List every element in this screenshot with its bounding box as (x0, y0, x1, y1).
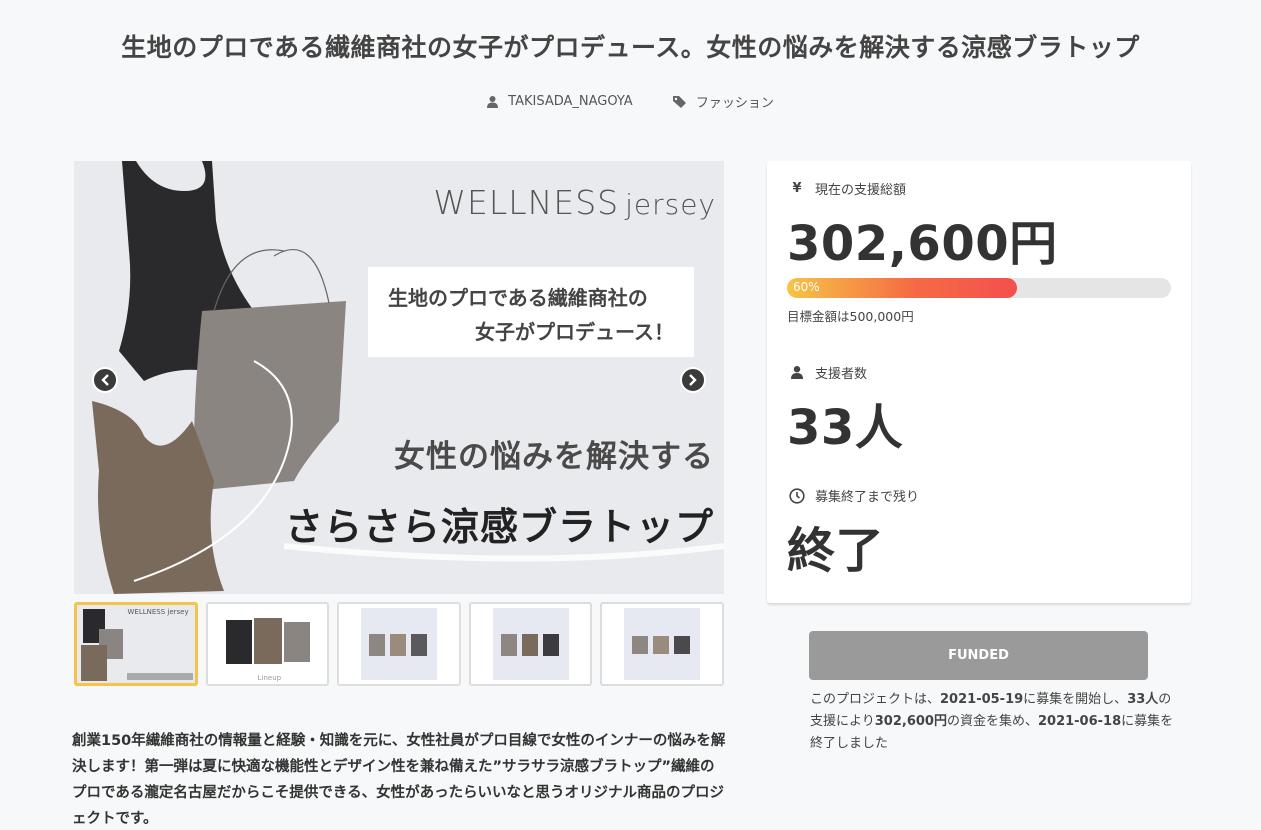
thumbnail-image (225, 618, 310, 664)
funded-button[interactable]: FUNDED (809, 631, 1148, 680)
project-description: 創業150年繊維商社の情報量と経験・知識を元に、女性社員がプロ目線で女性のインナ… (72, 733, 726, 827)
progress-fill (787, 278, 1018, 298)
progress-bar: 60% (787, 278, 1171, 298)
funding-stats-panel: ¥ 現在の支援総額 302,600円 60% 目標金額は500,000円 支援者… (767, 161, 1191, 603)
tag-icon (672, 95, 686, 108)
main-image-carousel[interactable]: WELLNESS jersey 生地のプロである繊維商社の 女子がプロデュース！ … (74, 161, 724, 594)
thumbnail-2[interactable]: Lineup (205, 602, 330, 686)
caption-line-2: 女子がプロデュース！ (475, 320, 674, 344)
thumbnail-1[interactable]: WELLNESS jersey (74, 602, 198, 686)
carousel-prev-button[interactable] (92, 367, 118, 393)
remaining-value: 終了 (787, 523, 885, 579)
brand-logo: WELLNESS jersey (433, 183, 716, 222)
category-link[interactable]: ファッション (672, 92, 774, 111)
caption-line-1: 生地のプロである繊維商社の (388, 286, 648, 310)
remaining-label: 募集終了まで残り (815, 490, 920, 505)
thumbnail-3[interactable] (337, 602, 461, 686)
total-label-row: ¥ 現在の支援総額 (787, 179, 1171, 198)
thumbnail-image (624, 608, 701, 680)
backers-count: 33人 (787, 400, 904, 456)
thumbnail-strip: WELLNESS jersey Lineup (74, 602, 724, 686)
hero-caption-card: 生地のプロである繊維商社の 女子がプロデュース！ (368, 267, 694, 357)
thumbnail-image (361, 608, 438, 680)
thumbnail-image (492, 608, 569, 680)
chevron-left-icon (101, 374, 109, 386)
category-name: ファッション (695, 96, 774, 111)
backers-label-row: 支援者数 (787, 363, 1171, 382)
user-icon (487, 95, 499, 108)
project-meta: TAKISADA_NAGOYA ファッション (0, 92, 1261, 112)
goal-amount: 目標金額は500,000円 (787, 309, 914, 324)
clock-icon (787, 487, 807, 504)
chevron-right-icon (689, 374, 697, 386)
hero-headline-2: さらさら涼感ブラトップ (284, 505, 714, 549)
thumbnail-label: Lineup (257, 674, 282, 682)
thumbnail-label: WELLNESS jersey (127, 608, 189, 616)
author-name: TAKISADA_NAGOYA (508, 94, 633, 109)
author-link[interactable]: TAKISADA_NAGOYA (487, 94, 633, 109)
thumbnail-image (81, 609, 193, 681)
total-amount: 302,600円 (787, 216, 1058, 272)
page-title: 生地のプロである繊維商社の女子がプロデュース。女性の悩みを解決する涼感ブラトップ (121, 33, 1140, 62)
project-summary: このプロジェクトは、2021-05-19に募集を開始し、33人の支援により302… (810, 692, 1174, 751)
thumbnail-4[interactable] (468, 602, 593, 686)
backers-label: 支援者数 (815, 367, 868, 382)
user-icon (787, 366, 807, 379)
carousel-next-button[interactable] (680, 367, 706, 393)
remaining-label-row: 募集終了まで残り (787, 486, 1171, 505)
progress-percent: 60% (793, 280, 820, 294)
thumbnail-5[interactable] (600, 602, 724, 686)
yen-icon: ¥ (792, 181, 802, 196)
hero-headline-1: 女性の悩みを解決する (394, 439, 714, 475)
total-label: 現在の支援総額 (815, 183, 907, 198)
